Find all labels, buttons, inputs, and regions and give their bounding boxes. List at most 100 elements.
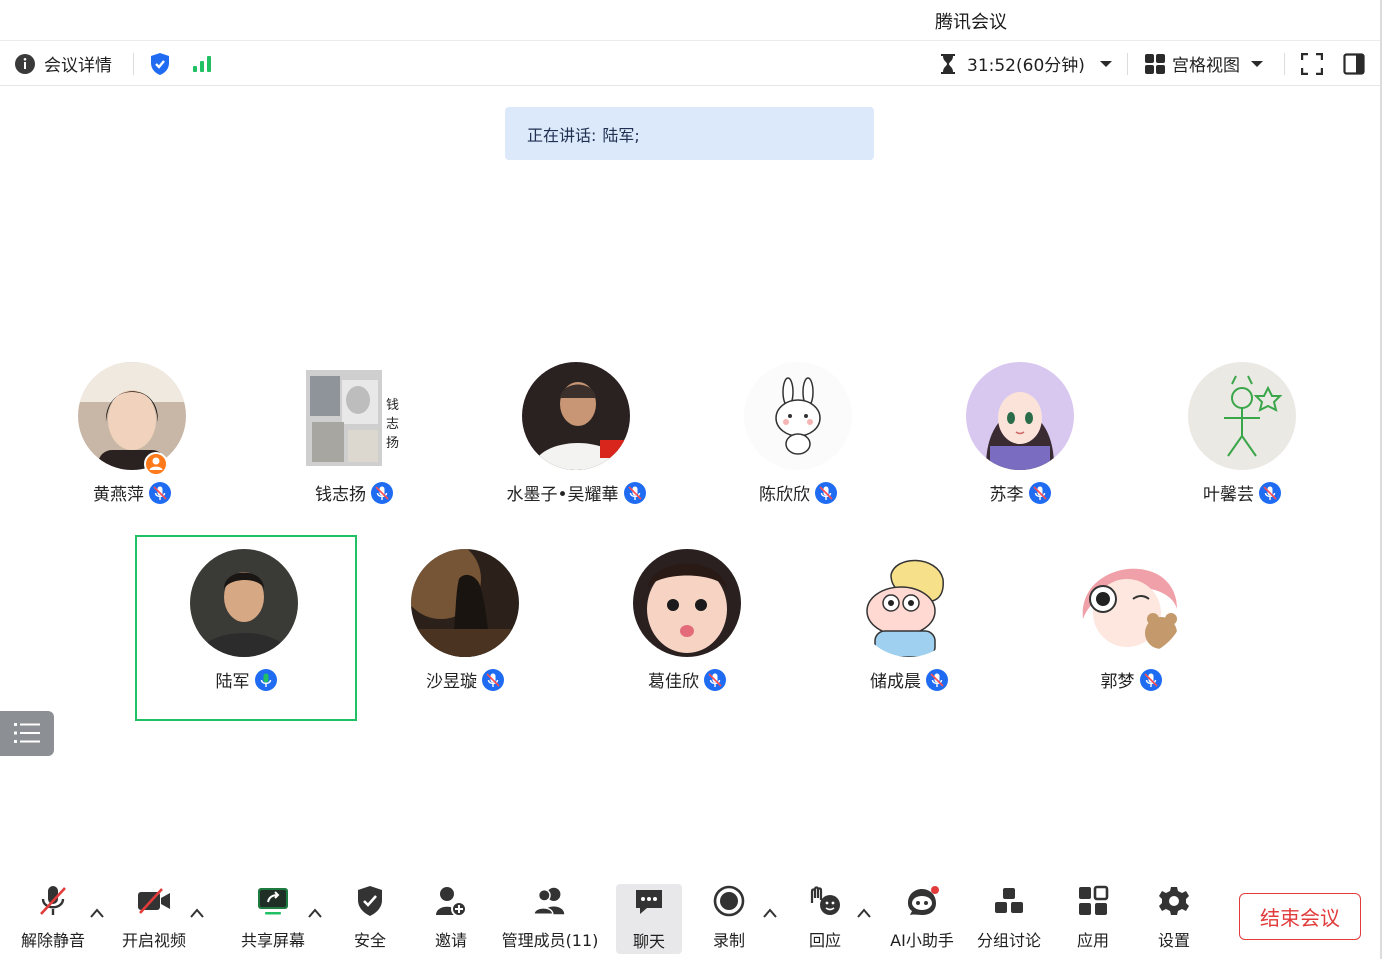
participant-name: 陆军 — [215, 672, 250, 692]
divider — [1284, 53, 1285, 75]
mic-muted-icon — [926, 668, 948, 691]
mic-muted-icon — [815, 481, 837, 504]
mic-muted-icon — [1028, 481, 1051, 504]
security-shield-icon[interactable] — [149, 41, 171, 86]
invite-button[interactable]: 邀请 — [430, 883, 472, 953]
participant-tile[interactable]: 叶馨芸 — [1132, 348, 1352, 532]
avatar — [190, 549, 298, 657]
participant-tile[interactable]: 陈欣欣 — [688, 348, 908, 532]
settings-label: 设置 — [1157, 931, 1190, 950]
share-screen-icon — [255, 883, 291, 919]
hourglass-icon — [939, 53, 957, 75]
apps-button[interactable]: 应用 — [1072, 883, 1114, 953]
grid-view-icon — [1144, 53, 1166, 75]
participant-name: 叶馨芸 — [1203, 485, 1254, 505]
avatar — [966, 362, 1074, 470]
participant-tile[interactable]: 储成晨 — [799, 535, 1019, 719]
participant-name: 苏李 — [989, 485, 1024, 505]
timer-text: 31:52(60分钟) — [967, 56, 1085, 76]
view-mode-dropdown[interactable]: 宫格视图 — [1144, 41, 1264, 86]
participant-name-line: 葛佳欣 — [577, 667, 797, 692]
members-icon — [532, 883, 568, 919]
chat-button[interactable]: 聊天 — [616, 884, 682, 954]
share-screen-label: 共享屏幕 — [240, 931, 305, 950]
signal-strength-icon[interactable] — [191, 41, 213, 86]
share-screen-button[interactable]: 共享屏幕 — [237, 883, 309, 953]
unmute-label: 解除静音 — [20, 931, 85, 950]
start-video-button[interactable]: 开启视频 — [119, 883, 189, 953]
record-icon — [711, 883, 747, 919]
avatar — [744, 362, 852, 470]
start-video-label: 开启视频 — [121, 931, 186, 950]
participant-tile[interactable]: 沙昱璇 — [355, 535, 575, 719]
participant-name: 黄燕萍 — [93, 485, 144, 505]
window-title: 腾讯会议 — [935, 12, 1007, 33]
participant-tile[interactable]: 钱 志 扬 钱志扬 — [244, 348, 464, 532]
mic-muted-icon — [1139, 668, 1162, 691]
participant-name-line: 苏李 — [910, 480, 1130, 505]
participant-name-line: 陈欣欣 — [688, 480, 908, 505]
participant-tile[interactable]: 葛佳欣 — [577, 535, 797, 719]
meeting-details-label: 会议详情 — [44, 56, 112, 76]
mic-muted-icon — [371, 481, 393, 504]
meeting-details-button[interactable]: 会议详情 — [14, 41, 112, 86]
participant-name-line: 黄燕萍 — [22, 480, 242, 505]
react-button[interactable]: 回应 — [804, 883, 846, 953]
settings-button[interactable]: 设置 — [1153, 883, 1195, 953]
participant-name: 钱志扬 — [315, 485, 366, 505]
participant-name: 陈欣欣 — [759, 485, 810, 505]
add-user-icon — [433, 883, 469, 919]
participant-name: 葛佳欣 — [648, 672, 699, 692]
participant-name-line: 水墨子•吴耀華 — [466, 480, 686, 505]
fullscreen-icon[interactable] — [1301, 41, 1323, 86]
participant-name-line: 钱志扬 — [244, 480, 464, 505]
view-mode-label: 宫格视图 — [1172, 56, 1240, 76]
record-button[interactable]: 录制 — [708, 883, 750, 953]
mic-muted-icon — [704, 668, 726, 691]
security-label: 安全 — [353, 931, 386, 950]
mic-muted-icon — [1259, 481, 1281, 504]
manage-members-label: 管理成员(11) — [501, 931, 599, 950]
divider — [133, 53, 134, 75]
record-label: 录制 — [712, 931, 745, 950]
chevron-up-icon[interactable] — [90, 907, 104, 919]
title-bar: 腾讯会议 — [0, 0, 1382, 41]
avatar — [522, 362, 630, 470]
end-meeting-button[interactable]: 结束会议 — [1239, 893, 1361, 940]
participant-tile[interactable]: 水墨子•吴耀華 — [466, 348, 686, 532]
info-icon — [14, 53, 36, 75]
avatar — [633, 549, 741, 657]
chevron-up-icon[interactable] — [308, 907, 322, 919]
participant-tile[interactable]: 黄燕萍 — [22, 348, 242, 532]
member-list-toggle-button[interactable] — [0, 711, 54, 756]
participant-name-line: 沙昱璇 — [355, 667, 575, 692]
avatar — [78, 362, 186, 470]
participant-tile[interactable]: 苏李 — [910, 348, 1130, 532]
meeting-timer[interactable]: 31:52(60分钟) — [939, 41, 1113, 86]
side-panel-toggle-icon[interactable] — [1343, 41, 1365, 86]
security-button[interactable]: 安全 — [349, 883, 391, 953]
participant-tile-active-speaker[interactable]: 陆军 — [135, 535, 357, 721]
speaking-indicator: 正在讲话: 陆军; — [505, 107, 874, 160]
chevron-up-icon[interactable] — [190, 907, 204, 919]
breakout-label: 分组讨论 — [976, 931, 1041, 950]
camera-off-icon — [136, 883, 172, 919]
avatar — [1077, 549, 1185, 657]
chevron-up-icon[interactable] — [763, 907, 777, 919]
participant-name: 储成晨 — [870, 672, 921, 692]
react-label: 回应 — [808, 931, 841, 950]
ai-assistant-button[interactable]: AI小助手 — [887, 883, 957, 953]
ai-assistant-label: AI小助手 — [890, 931, 954, 950]
mic-muted-icon — [149, 481, 171, 504]
manage-members-button[interactable]: 管理成员(11) — [500, 883, 600, 953]
mic-muted-icon — [482, 668, 504, 691]
participant-tile[interactable]: 郭梦 — [1021, 535, 1241, 719]
chevron-up-icon[interactable] — [857, 907, 871, 919]
meeting-top-bar: 会议详情 31:52(60分钟) 宫格视图 — [0, 41, 1382, 86]
meeting-control-bar: 解除静音 开启视频 共享屏幕 安全 邀请 管理成员(11) 聊天 录制 回应 A… — [0, 875, 1382, 959]
shield-icon — [352, 883, 388, 919]
chat-icon — [631, 884, 667, 920]
breakout-rooms-button[interactable]: 分组讨论 — [974, 883, 1044, 953]
unmute-button[interactable]: 解除静音 — [18, 883, 88, 953]
avatar — [306, 370, 392, 466]
